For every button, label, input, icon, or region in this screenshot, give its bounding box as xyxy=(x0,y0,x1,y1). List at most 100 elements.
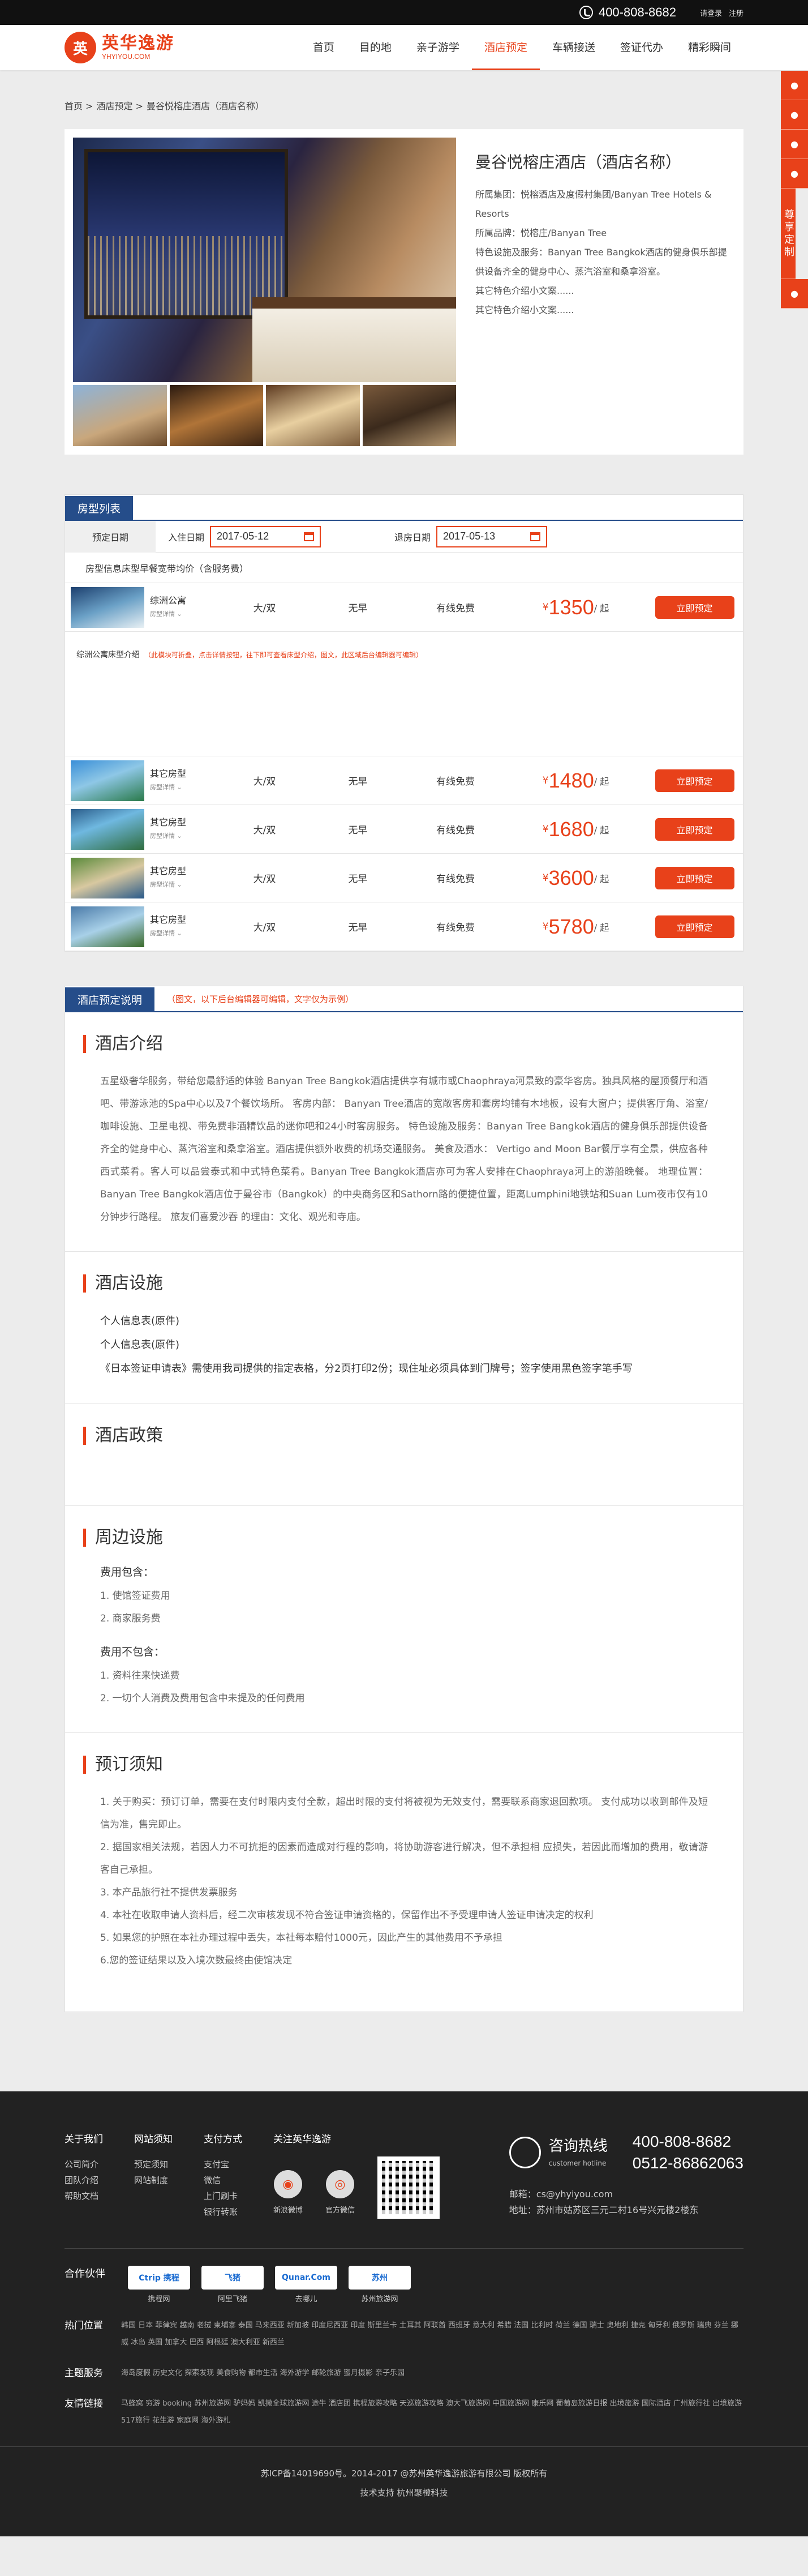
room-bed: 大/双 xyxy=(253,922,276,934)
footer-link[interactable]: 支付宝 xyxy=(204,2156,242,2172)
main-photo[interactable] xyxy=(73,138,456,382)
partner-logo[interactable]: 飞猪 阿里飞猪 xyxy=(201,2266,264,2304)
nav-item[interactable]: 亲子游学 xyxy=(404,25,472,70)
thumb-photo[interactable] xyxy=(169,385,263,446)
nav-item[interactable]: 签证代办 xyxy=(608,25,676,70)
wechat-icon[interactable]: ● xyxy=(781,159,808,189)
weibo-icon[interactable]: ● xyxy=(781,130,808,159)
room-net: 有线免费 xyxy=(436,603,475,614)
notes-title: 酒店预定说明 xyxy=(65,987,155,1011)
policy-section: 酒店政策 xyxy=(65,1404,743,1506)
book-button[interactable]: 立即预定 xyxy=(655,818,734,841)
column-header: 床型 xyxy=(122,563,140,574)
room-photo[interactable] xyxy=(71,857,144,898)
footer-link[interactable]: 帮助文档 xyxy=(65,2188,103,2204)
column-header: 宽带 xyxy=(158,563,177,574)
text-line: 6.您的签证结果以及入境次数最终由使馆决定 xyxy=(100,1955,293,1966)
facility-section: 酒店设施 个人信息表(原件) 个人信息表(原件) 《日本签证申请表》需使用我司提供的指… xyxy=(65,1252,743,1404)
follow-title: 关注英华逸游 xyxy=(273,2134,331,2145)
room-breakfast: 无早 xyxy=(348,776,368,788)
logo-domain: YHYIYOU.COM xyxy=(102,53,151,61)
user-icon[interactable]: ● xyxy=(781,100,808,130)
breadcrumb: 首页 > 酒店预定 > 曼谷悦榕庄酒店（酒店名称） xyxy=(65,70,743,129)
custom-tour-button[interactable]: 尊享定制 xyxy=(781,189,796,279)
footer-link[interactable]: 预定须知 xyxy=(134,2156,173,2172)
login-link[interactable]: 请登录 xyxy=(700,7,722,18)
checkin-input[interactable]: 2017-05-12 xyxy=(210,525,321,547)
hotel-name: 曼谷悦榕庄酒店（酒店名称） xyxy=(475,153,682,172)
room-detail-toggle[interactable]: 房型详情 ⌄ xyxy=(150,878,186,892)
copyright: 苏ICP备14019690号。2014-2017 @苏州英华逸游旅游有限公司 版… xyxy=(0,2446,808,2536)
friend-links[interactable]: 马蜂窝 穷游 booking 苏州旅游网 驴妈妈 凯撒全球旅游网 途牛 酒店团 … xyxy=(121,2395,743,2429)
footer-link[interactable]: 团队介绍 xyxy=(65,2172,103,2188)
theme-links[interactable]: 海岛度假 历史文化 探索发现 美食购物 都市生活 海外游学 邮轮旅游 蜜月摄影 … xyxy=(121,2365,405,2382)
book-button[interactable]: 立即预定 xyxy=(655,596,734,619)
chevron-down-icon: ⌄ xyxy=(175,832,182,840)
book-button[interactable]: 立即预定 xyxy=(655,866,734,889)
hotel-gallery xyxy=(73,138,456,446)
nav-item[interactable]: 酒店预定 xyxy=(471,25,540,70)
text-line: 个人信息表(原件) xyxy=(100,1315,180,1327)
nav-item[interactable]: 首页 xyxy=(300,25,347,70)
text-line: 《日本签证申请表》需使用我司提供的指定表格，分2页打印2份；现住址必须具体到门牌… xyxy=(100,1363,633,1375)
wechat-icon[interactable]: ◎ xyxy=(326,2170,355,2198)
breadcrumb-item[interactable]: 首页 > xyxy=(65,101,93,112)
room-row: 其它房型 房型详情 ⌄ 大/双 无早 有线免费 ¥1480/ 起 立即预定 xyxy=(65,756,743,805)
included-title: 费用包含： xyxy=(100,1566,154,1578)
room-photo[interactable] xyxy=(71,587,144,628)
booking-notes: 酒店预定说明 （图文，以下后台编辑器可编辑，文字仅为示例） 酒店介绍 五星级奢华服务… xyxy=(65,986,743,2012)
weibo-icon[interactable]: ◉ xyxy=(274,2170,302,2198)
email: 邮箱：cs@yhyiyou.com xyxy=(509,2189,613,2200)
room-price: ¥1480/ 起 xyxy=(542,768,609,792)
room-detail-toggle[interactable]: 房型详情 ⌄ xyxy=(150,781,186,794)
hotel-brand: 所属品牌：悦榕庄/Banyan Tree xyxy=(475,228,607,238)
logo[interactable]: 英英华逸游 YHYIYOU.COM xyxy=(65,32,174,63)
footer-link[interactable]: 微信 xyxy=(204,2172,242,2188)
nav-item[interactable]: 精彩瞬间 xyxy=(676,25,743,70)
room-table-header: 房型信息 床型 早餐 宽带 均价（含服务费） xyxy=(65,553,743,583)
breadcrumb-item[interactable]: 酒店预定 > xyxy=(97,101,144,112)
thumb-photo[interactable] xyxy=(362,385,456,446)
partner-logo[interactable]: 苏州 苏州旅游网 xyxy=(349,2266,411,2304)
telephone-icon xyxy=(509,2137,541,2168)
footer-link[interactable]: 上门刷卡 xyxy=(204,2188,242,2204)
thumb-icon[interactable]: ● xyxy=(781,279,808,309)
room-detail-toggle[interactable]: 房型详情 ⌄ xyxy=(150,829,186,843)
room-name: 其它房型 xyxy=(150,865,187,876)
room-list-title: 房型列表 xyxy=(65,496,134,520)
footer-link[interactable]: 网站制度 xyxy=(134,2172,173,2188)
room-price: ¥5780/ 起 xyxy=(542,914,609,938)
nav-item[interactable]: 车辆接送 xyxy=(540,25,608,70)
partner-logo[interactable]: Ctrip 携程 携程网 xyxy=(128,2266,190,2304)
room-detail-toggle[interactable]: 房型详情 ⌄ xyxy=(150,927,186,940)
register-link[interactable]: 注册 xyxy=(729,7,743,18)
text-line: 1. 资料往来快递费 xyxy=(100,1670,180,1681)
partner-logo[interactable]: Qunar.Com 去哪儿 xyxy=(275,2266,337,2304)
footer-link[interactable]: 银行转账 xyxy=(204,2204,242,2220)
text-line: 4. 本社在收取申请人资料后，经二次审核发现不符合签证申请资格的，保留作出不予受… xyxy=(100,1910,594,1921)
excluded-title: 费用不包含： xyxy=(100,1646,165,1658)
thumb-photo[interactable] xyxy=(266,385,360,446)
checkout-input[interactable]: 2017-05-13 xyxy=(436,525,548,547)
room-row: 其它房型 房型详情 ⌄ 大/双 无早 有线免费 ¥5780/ 起 立即预定 xyxy=(65,902,743,951)
room-photo[interactable] xyxy=(71,906,144,947)
breadcrumb-item: 曼谷悦榕庄酒店（酒店名称） xyxy=(147,101,265,112)
room-name: 综洲公寓 xyxy=(150,594,187,606)
book-button[interactable]: 立即预定 xyxy=(655,769,734,792)
around-section: 周边设施 费用包含： 1. 使馆签证费用 2. 商家服务费 费用不包含： 1. 资料往… xyxy=(65,1506,743,1733)
room-photo[interactable] xyxy=(71,760,144,801)
date-picker-row: 预定日期 入住日期 2017-05-12 退房日期 2017-05-13 xyxy=(65,520,743,553)
book-button[interactable]: 立即预定 xyxy=(655,915,734,938)
partners-title: 合作伙伴 xyxy=(65,2268,105,2280)
service-icon[interactable]: ● xyxy=(781,71,808,100)
text-line: 3. 本产品旅行社不提供发票服务 xyxy=(100,1887,238,1898)
text-line: 5. 如果您的护照在本社办理过程中丢失，本社每本赔付1000元，因此产生的其他费… xyxy=(100,1932,502,1944)
nav-item[interactable]: 目的地 xyxy=(347,25,404,70)
thumb-photo[interactable] xyxy=(73,385,167,446)
hot-links[interactable]: 韩国 日本 菲律宾 越南 老挝 柬埔寨 泰国 马来西亚 新加坡 印度尼西亚 印度… xyxy=(121,2317,743,2351)
room-photo[interactable] xyxy=(71,808,144,850)
room-name: 其它房型 xyxy=(150,768,187,779)
room-row: 其它房型 房型详情 ⌄ 大/双 无早 有线免费 ¥1680/ 起 立即预定 xyxy=(65,805,743,854)
room-detail-toggle[interactable]: 房型详情 ⌄ xyxy=(150,607,186,621)
footer-link[interactable]: 公司简介 xyxy=(65,2156,103,2172)
